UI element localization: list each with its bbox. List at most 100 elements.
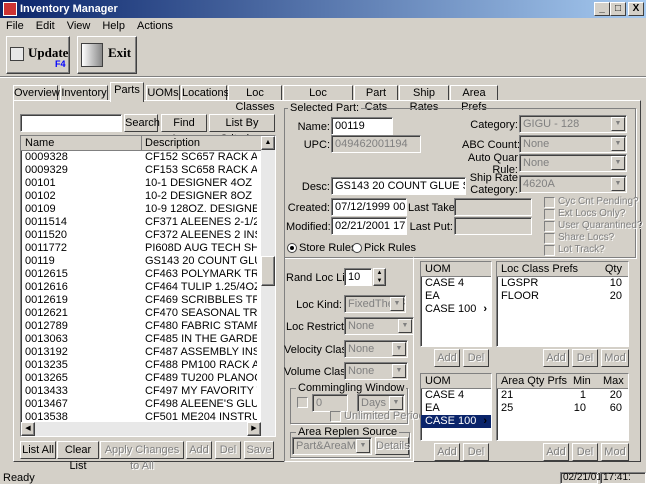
last-take-field[interactable] [454,198,532,216]
table-row[interactable]: 0009328 CF152 SC657 RACK ASMBLY [21,151,275,164]
uom-bottom-del-button[interactable]: Del [463,443,489,461]
tab-area-prefs[interactable]: Area Prefs [450,85,498,113]
loc-prefs-del-button[interactable]: Del [572,349,598,367]
list-item[interactable]: EA [421,402,491,415]
area-qty-del-button[interactable]: Del [572,443,598,461]
list-by-criteria-button[interactable]: List By Criteria... [209,114,275,145]
tab-loc-classes[interactable]: Loc Classes [228,85,282,113]
col-desc-header[interactable]: Description [145,136,200,150]
menu-view[interactable]: View [61,18,97,34]
commingling-value[interactable]: 0 [312,394,348,412]
tab-uoms[interactable]: UOMs [146,85,180,101]
clear-list-button[interactable]: Clear List [57,441,99,472]
created-field[interactable]: 07/12/1999 00:00 [331,198,407,216]
search-input[interactable] [20,114,122,132]
table-row[interactable]: 0012616 CF464 TULIP 1.25/4OZ TRA [21,281,275,294]
part-option-checkbox[interactable] [544,209,555,220]
table-row[interactable]: 0013235 CF488 PM100 RACK ASSEM [21,359,275,372]
tab-locations[interactable]: Locations [181,85,229,101]
loc-restrict-select[interactable]: None ▼ [344,317,414,335]
table-row[interactable]: 00119 GS143 20 COUNT GLUE ST [21,255,275,268]
table-row[interactable]: 0012789 CF480 FABRIC STAMPING T [21,320,275,333]
scroll-up-icon[interactable]: ▲ [261,136,275,150]
table-row[interactable]: 0012615 CF463 POLYMARK TRADE F [21,268,275,281]
abc-count-select[interactable]: None ▼ [519,135,627,153]
uom-list-top[interactable]: UOM CASE 4 EA CASE 100 › [420,261,492,347]
name-field[interactable]: 00119 [331,117,393,135]
close-button[interactable]: X [628,2,644,16]
table-row[interactable]: 25 10 60 [497,402,628,415]
table-row[interactable]: LGSPR 10 [497,277,628,290]
part-option-checkbox[interactable] [544,233,555,244]
list-item[interactable]: CASE 100 › [421,415,491,428]
area-qty-prefs-list[interactable]: Area Qty Prfs Min Max 21 1 20 25 10 60 [496,373,629,441]
area-replen-select[interactable]: Part&AreaMix ▼ [292,437,372,455]
tab-loc-restrictions[interactable]: Loc Restrictions [283,85,353,113]
del-part-button[interactable]: Del [215,441,241,459]
table-row[interactable]: 0013063 CF485 IN THE GARDEN [21,333,275,346]
update-button[interactable]: Update F4 [6,36,70,74]
part-option-checkbox[interactable] [544,221,555,232]
table-row[interactable]: 0011514 CF371 ALEENES 2-1/2 INST [21,216,275,229]
details-button[interactable]: Details [375,437,410,455]
table-row[interactable]: 0013467 CF498 ALEENE'S GLUE TRA [21,398,275,411]
table-row[interactable]: 0013433 CF497 MY FAVORITY THING [21,385,275,398]
table-row[interactable]: 0009329 CF153 SC658 RACK ASMBLY [21,164,275,177]
table-row[interactable]: 00102 10-2 DESIGNER 8OZ [21,190,275,203]
list-item[interactable]: EA [421,290,491,303]
scroll-left-icon[interactable]: ◀ [21,422,35,436]
area-qty-mod-button[interactable]: Mod [601,443,629,461]
commingling-checkbox[interactable] [297,397,308,408]
minimize-button[interactable]: _ [594,2,610,16]
table-row[interactable]: 0012621 CF470 SEASONAL TRADE F [21,307,275,320]
loc-kind-select[interactable]: FixedThenRan▼ [344,295,406,313]
unlimited-period-checkbox[interactable] [330,411,341,422]
list-item[interactable]: CASE 4 [421,277,491,290]
part-option-checkbox[interactable] [544,245,555,256]
maximize-button[interactable]: □ [610,2,626,16]
pick-rules-label[interactable]: Pick Rules [364,241,416,255]
horizontal-scrollbar[interactable]: ◀ ▶ [21,422,261,436]
table-row[interactable]: 0012619 CF469 SCRIBBLES TRADE F [21,294,275,307]
tab-parts[interactable]: Parts [110,82,144,102]
uom-top-del-button[interactable]: Del [463,349,489,367]
category-select[interactable]: GIGU - 128 ▼ [519,115,627,133]
store-rules-label[interactable]: Store Rules [299,241,356,255]
list-item[interactable]: CASE 4 [421,389,491,402]
list-item[interactable]: CASE 100 › [421,303,491,316]
pick-rules-radio[interactable] [352,243,362,253]
ship-rate-select[interactable]: 4620A ▼ [519,175,627,193]
modified-field[interactable]: 02/21/2001 17:40 [331,217,407,235]
table-row[interactable]: 0011520 CF372 ALEENES 2 INST SH [21,229,275,242]
tab-ship-rates[interactable]: Ship Rates [399,85,449,113]
tab-inventory[interactable]: Inventory [60,85,108,101]
auto-quar-select[interactable]: None ▼ [519,154,627,172]
apply-to-all-button[interactable]: Apply Changes to All [100,441,184,472]
menu-help[interactable]: Help [96,18,131,34]
uom-top-add-button[interactable]: Add [434,349,460,367]
volume-class-select[interactable]: None ▼ [344,362,408,380]
rand-loc-field[interactable]: 10 [344,268,372,286]
parts-list[interactable]: Name Description 0009328 CF152 SC657 RACK… [20,135,276,437]
part-option-checkbox[interactable] [544,197,555,208]
loc-prefs-add-button[interactable]: Add [543,349,569,367]
exit-button[interactable]: Exit [77,36,137,74]
desc-field[interactable]: GS143 20 COUNT GLUE STICKS [331,177,466,195]
save-part-button[interactable]: Save [244,441,274,459]
list-all-button[interactable]: List All [20,441,56,459]
scroll-thumb[interactable] [261,256,275,286]
velocity-class-select[interactable]: None ▼ [344,340,408,358]
table-row[interactable]: 21 1 20 [497,389,628,402]
table-row[interactable]: 0011772 PI608D AUG TECH SHEET S [21,242,275,255]
search-button[interactable]: Search [124,114,160,132]
tab-part-cats[interactable]: Part Cats [354,85,398,113]
last-put-field[interactable] [454,217,532,235]
tab-overview[interactable]: Overview [13,85,60,101]
area-qty-add-button[interactable]: Add [543,443,569,461]
upc-field[interactable]: 049462001194 [331,135,421,153]
vertical-scrollbar[interactable]: ▲ [261,136,275,436]
table-row[interactable]: 00109 10-9 128OZ. DESIGNER TAC [21,203,275,216]
add-part-button[interactable]: Add [186,441,212,459]
uom-list-bottom[interactable]: UOM CASE 4 EA CASE 100 › [420,373,492,441]
loc-prefs-mod-button[interactable]: Mod [601,349,629,367]
